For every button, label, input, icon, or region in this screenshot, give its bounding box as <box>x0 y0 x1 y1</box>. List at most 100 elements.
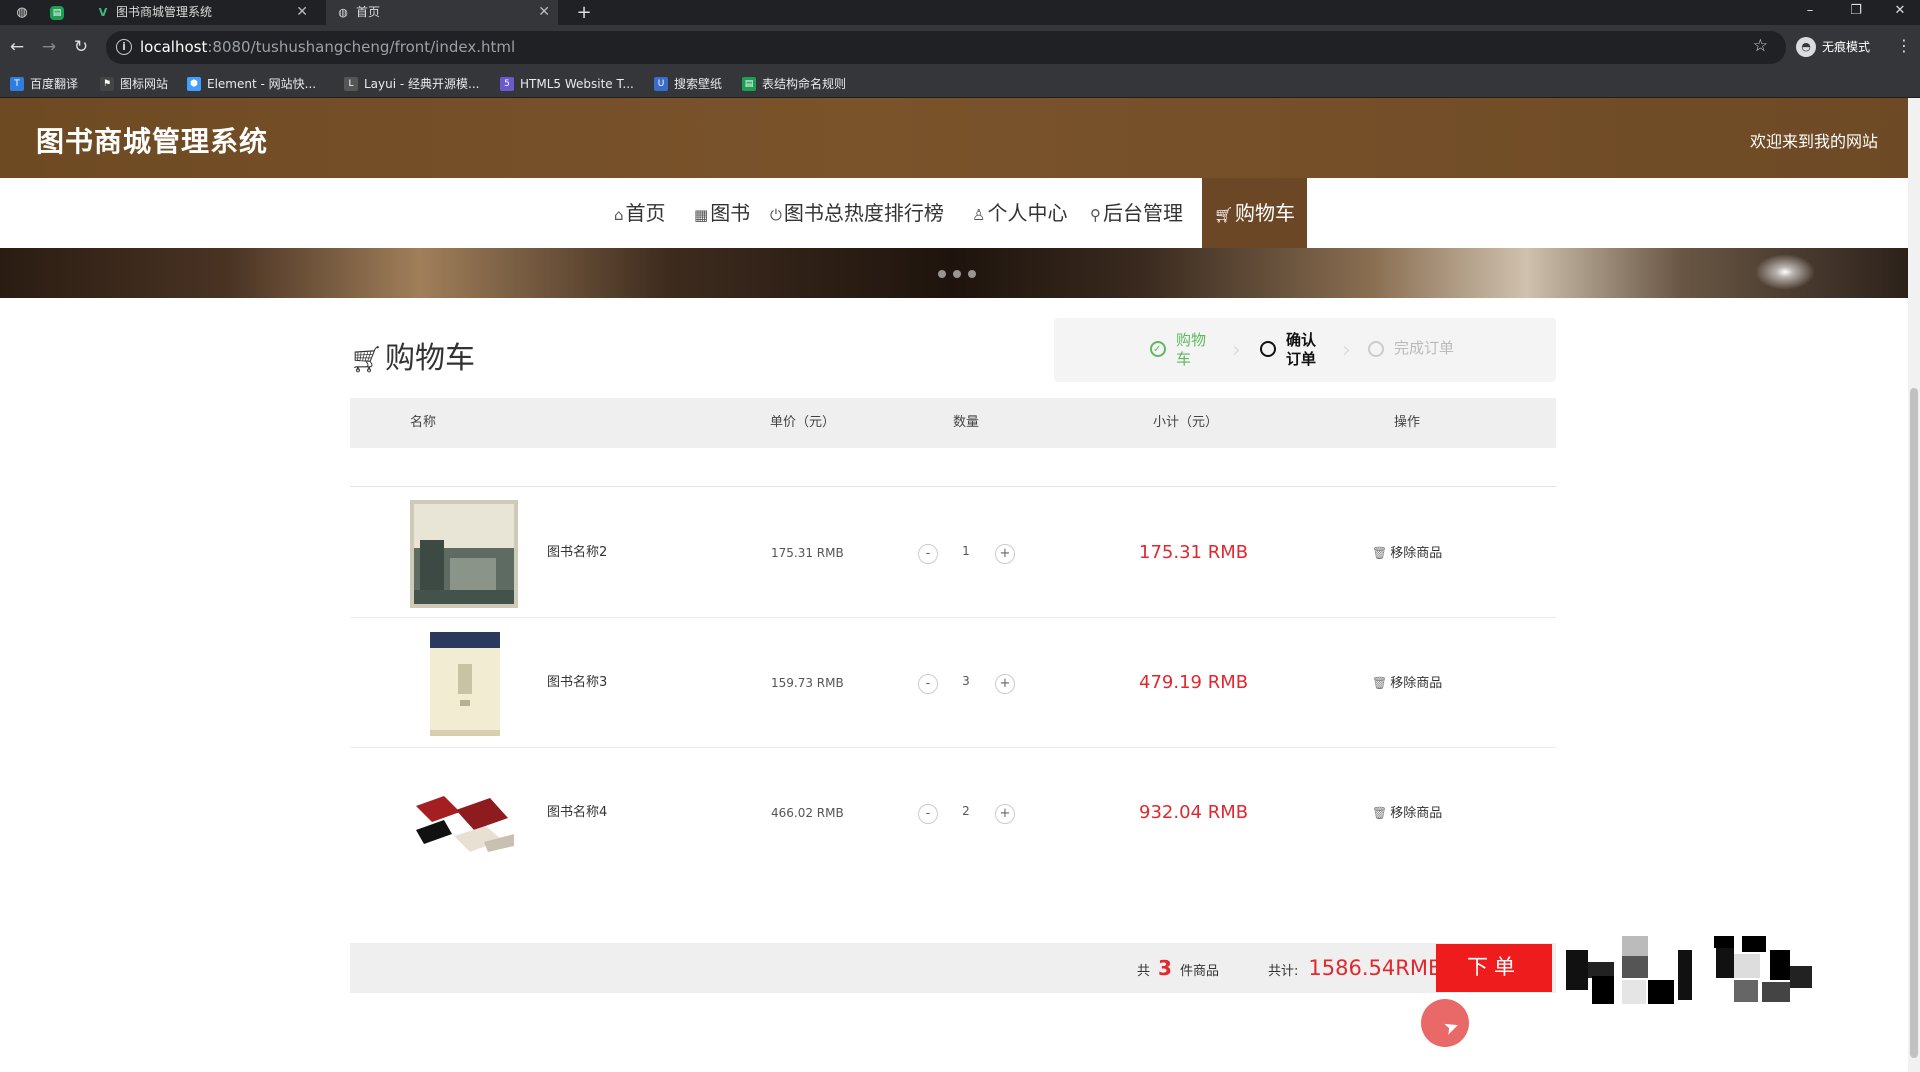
home-icon: ⌂ <box>614 206 624 224</box>
minus-button[interactable]: - <box>918 544 938 564</box>
nav-admin[interactable]: ⚲ 后台管理 <box>1090 178 1183 248</box>
nav-books[interactable]: ▦ 图书 <box>694 178 750 248</box>
trash-icon: 🗑︎ <box>1372 806 1388 820</box>
bookmark-item[interactable]: U 搜索壁纸 <box>654 75 722 93</box>
chevron-right-icon: › <box>1342 338 1351 363</box>
profile-label: 无痕模式 <box>1822 40 1871 54</box>
nav-profile[interactable]: ♙ 个人中心 <box>972 178 1067 248</box>
item-subtotal: 932.04 RMB <box>1139 802 1249 823</box>
bookmark-label: Layui - 经典开源模... <box>364 77 480 91</box>
book-cover-image[interactable] <box>410 500 518 608</box>
site-title: 图书商城管理系统 <box>36 125 269 158</box>
plus-button[interactable]: + <box>995 674 1015 694</box>
back-icon[interactable]: ← <box>6 36 28 58</box>
chevron-right-icon: › <box>1232 338 1241 363</box>
carousel-dot[interactable] <box>953 270 961 278</box>
address-bar-row: ← → ↻ i localhost:8080/tushushangcheng/f… <box>0 25 1920 70</box>
element-icon: ⬢ <box>187 77 201 91</box>
close-icon[interactable]: ✕ <box>538 0 550 25</box>
item-name: 图书名称4 <box>547 805 608 820</box>
info-icon[interactable]: i <box>116 39 132 55</box>
item-price: 175.31 RMB <box>771 546 844 560</box>
nav-label: 首页 <box>625 201 666 225</box>
col-quantity: 数量 <box>953 415 980 430</box>
remove-button[interactable]: 🗑︎ 移除商品 <box>1372 748 1442 878</box>
tab-home[interactable]: ◍ 首页 ✕ <box>326 0 558 25</box>
bookmark-item[interactable]: ⬢ Element - 网站快... <box>187 75 316 93</box>
trash-icon: 🗑︎ <box>1372 676 1388 690</box>
reload-icon[interactable]: ↻ <box>70 36 92 58</box>
bookmark-item[interactable]: 5 HTML5 Website T... <box>500 75 634 93</box>
minimize-icon[interactable]: – <box>1790 0 1830 25</box>
book-cover-image[interactable] <box>410 630 518 738</box>
book-cover-image[interactable] <box>410 760 518 868</box>
tab-admin[interactable]: V 图书商城管理系统 ✕ <box>86 0 316 25</box>
forward-icon[interactable]: → <box>38 36 60 58</box>
bookmark-label: 图标网站 <box>120 77 169 91</box>
quantity-value: 2 <box>962 804 970 818</box>
bookmark-item[interactable]: ⚑ 图标网站 <box>100 75 168 93</box>
incognito-icon: ◓ <box>1796 37 1816 57</box>
minus-button[interactable]: - <box>918 804 938 824</box>
item-price: 466.02 RMB <box>771 806 844 820</box>
nav-home[interactable]: ⌂ 首页 <box>614 178 666 248</box>
page-scrollbar[interactable] <box>1908 98 1920 1072</box>
remove-label: 移除商品 <box>1390 806 1443 821</box>
html5-icon: 5 <box>500 77 514 91</box>
url-field[interactable]: i localhost:8080/tushushangcheng/front/i… <box>106 31 1786 64</box>
flag-icon: ⚑ <box>100 77 114 91</box>
remove-label: 移除商品 <box>1390 676 1443 691</box>
light-flare <box>1755 254 1815 290</box>
window-close-icon[interactable]: ✕ <box>1880 0 1920 25</box>
step-label: 购物车 <box>1176 331 1207 368</box>
translate-icon: T <box>10 77 24 91</box>
new-tab-icon[interactable]: + <box>574 3 594 23</box>
remove-button[interactable]: 🗑︎ 移除商品 <box>1372 618 1442 748</box>
globe-icon: ◍ <box>338 6 348 19</box>
url-text[interactable]: localhost:8080/tushushangcheng/front/ind… <box>140 38 515 56</box>
cart-icon: 🛒︎ <box>350 345 384 375</box>
minus-button[interactable]: - <box>918 674 938 694</box>
cart-heading: 🛒︎购物车 <box>350 333 475 377</box>
table-row: 图书名称2 175.31 RMB - 1 + 175.31 RMB 🗑︎ 移除商品 <box>350 488 1556 618</box>
carousel-dot[interactable] <box>938 270 946 278</box>
carousel-dot[interactable] <box>968 270 976 278</box>
plus-button[interactable]: + <box>995 544 1015 564</box>
quantity-value: 3 <box>962 674 970 688</box>
layui-icon: L <box>344 77 358 91</box>
url-path: :8080/tushushangcheng/front/index.html <box>207 38 516 56</box>
close-icon[interactable]: ✕ <box>296 0 308 25</box>
table-row: 图书名称3 159.73 RMB - 3 + 479.19 RMB 🗑︎ 移除商品 <box>350 618 1556 748</box>
bookmark-item[interactable]: ▤ 表结构命名规则 <box>742 75 846 93</box>
step-label: 完成订单 <box>1394 339 1455 357</box>
step-label: 确认订单 <box>1286 331 1317 368</box>
nav-label: 后台管理 <box>1103 201 1183 225</box>
col-subtotal: 小计（元） <box>1153 415 1219 430</box>
nav-ranking[interactable]: ⏻ 图书总热度排行榜 <box>770 178 944 248</box>
sheet-icon[interactable]: ▤ <box>50 6 64 20</box>
globe-icon[interactable]: ◍ <box>12 3 32 23</box>
col-action: 操作 <box>1394 415 1421 430</box>
bookmark-item[interactable]: L Layui - 经典开源模... <box>344 75 479 93</box>
plus-button[interactable]: + <box>995 804 1015 824</box>
place-order-button[interactable]: 下单 <box>1436 944 1552 992</box>
circle-icon <box>1260 341 1276 357</box>
item-count: 共 3 件商品 <box>1137 943 1219 993</box>
grid-icon: ▦ <box>694 206 709 224</box>
nav-cart[interactable]: 🛒︎ 购物车 <box>1202 178 1308 248</box>
restore-icon[interactable]: ❐ <box>1836 0 1876 25</box>
cart-summary: 共 3 件商品 共计: 1586.54RMB <box>350 943 1556 993</box>
bookmark-label: 搜索壁纸 <box>674 77 723 91</box>
remove-button[interactable]: 🗑︎ 移除商品 <box>1372 488 1442 618</box>
scrollbar-thumb[interactable] <box>1910 388 1918 1058</box>
bookmark-star-icon[interactable]: ☆ <box>1753 36 1768 56</box>
cart-title: 购物车 <box>385 341 476 376</box>
total-value: 1586.54RMB <box>1308 956 1443 980</box>
bookmark-item[interactable]: T 百度翻译 <box>10 75 78 93</box>
menu-icon[interactable]: ⋮ <box>1896 36 1912 55</box>
bookmark-label: HTML5 Website T... <box>520 77 634 91</box>
profile-button[interactable]: ◓ 无痕模式 <box>1796 36 1870 58</box>
bookmark-label: Element - 网站快... <box>207 77 317 91</box>
banner-image <box>0 248 1908 298</box>
nav-label: 图书 <box>710 201 751 225</box>
